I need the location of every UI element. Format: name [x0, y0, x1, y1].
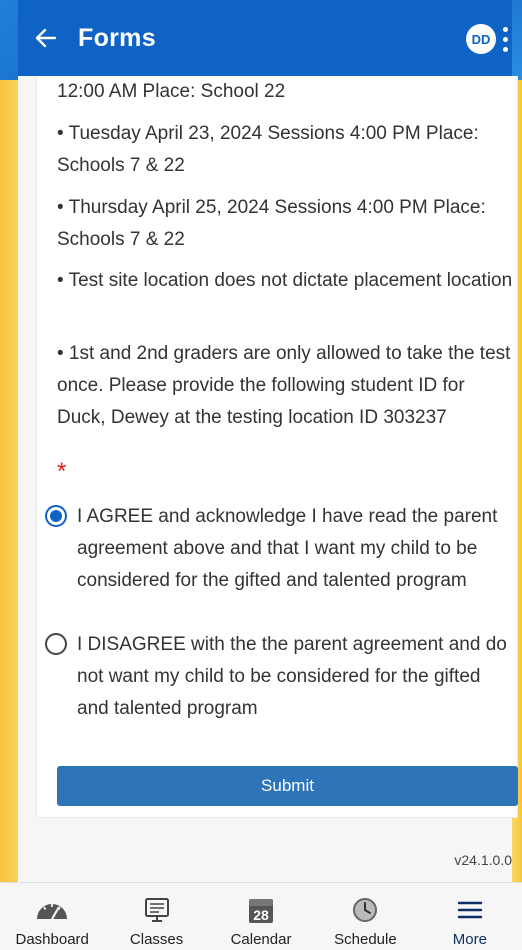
- disagree-option-label: I DISAGREE with the the parent agreement…: [77, 634, 507, 719]
- agree-option-label: I AGREE and acknowledge I have read the …: [77, 506, 498, 591]
- agree-option[interactable]: I AGREE and acknowledge I have read the …: [45, 501, 515, 597]
- clock-icon: [353, 898, 378, 922]
- nav-label: Schedule: [334, 931, 397, 948]
- back-button[interactable]: [18, 0, 74, 76]
- form-card: 12:00 AM Place: School 22 • Tuesday Apri…: [36, 76, 518, 818]
- monitor-icon: [144, 898, 169, 922]
- speedometer-icon: [37, 904, 68, 920]
- nav-classes[interactable]: Classes: [104, 883, 208, 950]
- kebab-menu-icon[interactable]: [500, 24, 510, 54]
- calendar-date: 28: [253, 907, 269, 923]
- required-marker: *: [57, 458, 67, 485]
- form-text-line: • 1st and 2nd graders are only allowed t…: [57, 343, 511, 428]
- form-text-line: • Test site location does not dictate pl…: [57, 270, 513, 291]
- form-text-line: • Tuesday April 23, 2024 Sessions 4:00 P…: [57, 123, 479, 176]
- app-header: Forms DD: [18, 0, 512, 76]
- submit-button[interactable]: Submit: [57, 766, 518, 806]
- nav-calendar[interactable]: 28 Calendar: [209, 883, 313, 950]
- form-text-line: • Thursday April 25, 2024 Sessions 4:00 …: [57, 197, 486, 250]
- arrow-left-icon: [35, 28, 57, 48]
- calendar-icon: 28: [249, 899, 274, 923]
- nav-more[interactable]: More: [418, 883, 522, 950]
- hamburger-icon: [457, 901, 483, 919]
- nav-label: Dashboard: [15, 931, 89, 948]
- main-content: 12:00 AM Place: School 22 • Tuesday Apri…: [18, 76, 518, 882]
- nav-schedule[interactable]: Schedule: [313, 883, 417, 950]
- avatar[interactable]: DD: [466, 24, 496, 54]
- page-title: Forms: [78, 23, 156, 52]
- form-text-line: 12:00 AM Place: School 22: [57, 81, 286, 102]
- nav-dashboard[interactable]: Dashboard: [0, 883, 104, 950]
- radio-unselected-icon[interactable]: [45, 633, 67, 655]
- bottom-nav: Dashboard Classes 28 Calendar Schedule M…: [0, 882, 522, 950]
- nav-label: Classes: [129, 931, 184, 948]
- radio-selected-icon[interactable]: [45, 505, 67, 527]
- disagree-option[interactable]: I DISAGREE with the the parent agreement…: [45, 629, 515, 725]
- nav-label: More: [452, 931, 487, 948]
- nav-label: Calendar: [230, 931, 292, 948]
- version-label: v24.1.0.0: [454, 852, 512, 868]
